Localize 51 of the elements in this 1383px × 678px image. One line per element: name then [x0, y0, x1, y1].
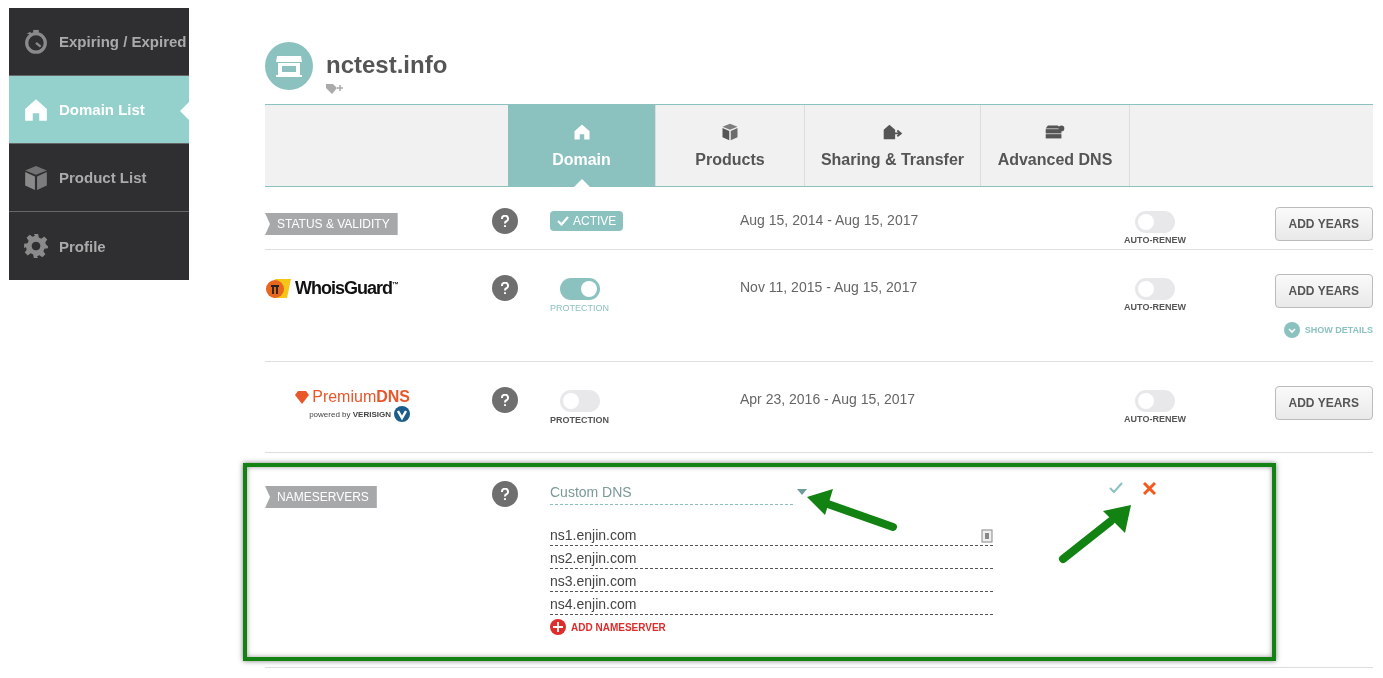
tab[interactable]: Advanced DNS: [981, 105, 1130, 186]
caret-icon[interactable]: [797, 489, 807, 495]
add-nameserver-link[interactable]: ADD NAMESERVER: [550, 619, 1110, 635]
diamond-icon: [295, 390, 310, 404]
help-icon[interactable]: [492, 208, 518, 234]
toggle-label: PROTECTION: [550, 415, 609, 425]
nameserver-field[interactable]: ns2.enjin.com: [550, 547, 993, 569]
brand-logo-text: PremiumDNS: [312, 388, 410, 406]
storefront-icon: [265, 42, 313, 90]
tab[interactable]: Sharing & Transfer: [805, 105, 981, 186]
selection-pointer: [574, 179, 590, 187]
toggle-label: AUTO-RENEW: [1124, 302, 1186, 312]
nameserver-field[interactable]: ns3.enjin.com: [550, 570, 993, 592]
toggle-switch[interactable]: [559, 278, 600, 300]
date-range: Aug 15, 2014 - Aug 15, 2017: [740, 211, 920, 228]
section-label: STATUS & VALIDITY: [265, 213, 398, 235]
nameserver-field[interactable]: ns1.enjin.com: [550, 524, 993, 546]
toggle-label: AUTO-RENEW: [1124, 414, 1186, 424]
check-icon[interactable]: [1109, 482, 1123, 494]
status-badge: ACTIVE: [550, 211, 624, 231]
toggle-label: AUTO-RENEW: [1124, 235, 1186, 245]
add-years-button[interactable]: ADD YEARS: [1274, 207, 1373, 241]
nameserver-field[interactable]: ns4.enjin.com: [550, 593, 993, 615]
plus-icon: [550, 619, 566, 635]
add-years-button[interactable]: ADD YEARS: [1274, 386, 1373, 420]
box-icon: [23, 164, 49, 191]
help-icon[interactable]: [492, 387, 518, 413]
tab[interactable]: Products: [656, 105, 805, 186]
help-icon[interactable]: [492, 275, 518, 301]
gear-icon: [23, 233, 49, 259]
sidebar-item[interactable]: Profile: [9, 212, 189, 280]
domain-title: nctest.info: [326, 51, 448, 79]
add-years-button[interactable]: ADD YEARS: [1274, 274, 1373, 308]
sidebar-item[interactable]: Product List: [9, 144, 189, 212]
chevron-down-icon: [1283, 322, 1300, 338]
house-arrow-icon: [882, 122, 903, 141]
brand-logo-text: WhoisGuard$^{™}$: [295, 277, 398, 299]
stopwatch-icon: [23, 28, 49, 55]
selection-pointer: [180, 102, 189, 120]
toggle-label: PROTECTION: [550, 303, 609, 313]
help-icon[interactable]: [492, 481, 518, 507]
close-icon[interactable]: [1143, 482, 1156, 495]
section-label: NAMESERVERS: [265, 486, 377, 508]
logo-tagline: powered by VERISIGN: [309, 409, 391, 419]
check-logo-icon: [394, 406, 410, 422]
date-range: Apr 23, 2016 - Aug 15, 2017: [740, 390, 917, 407]
id-card-icon[interactable]: [981, 529, 993, 543]
box-icon: [720, 122, 740, 141]
date-range: Nov 11, 2015 - Aug 15, 2017: [740, 278, 919, 295]
helmet-logo-icon: [265, 276, 293, 300]
tag-add-icon[interactable]: [326, 83, 344, 95]
